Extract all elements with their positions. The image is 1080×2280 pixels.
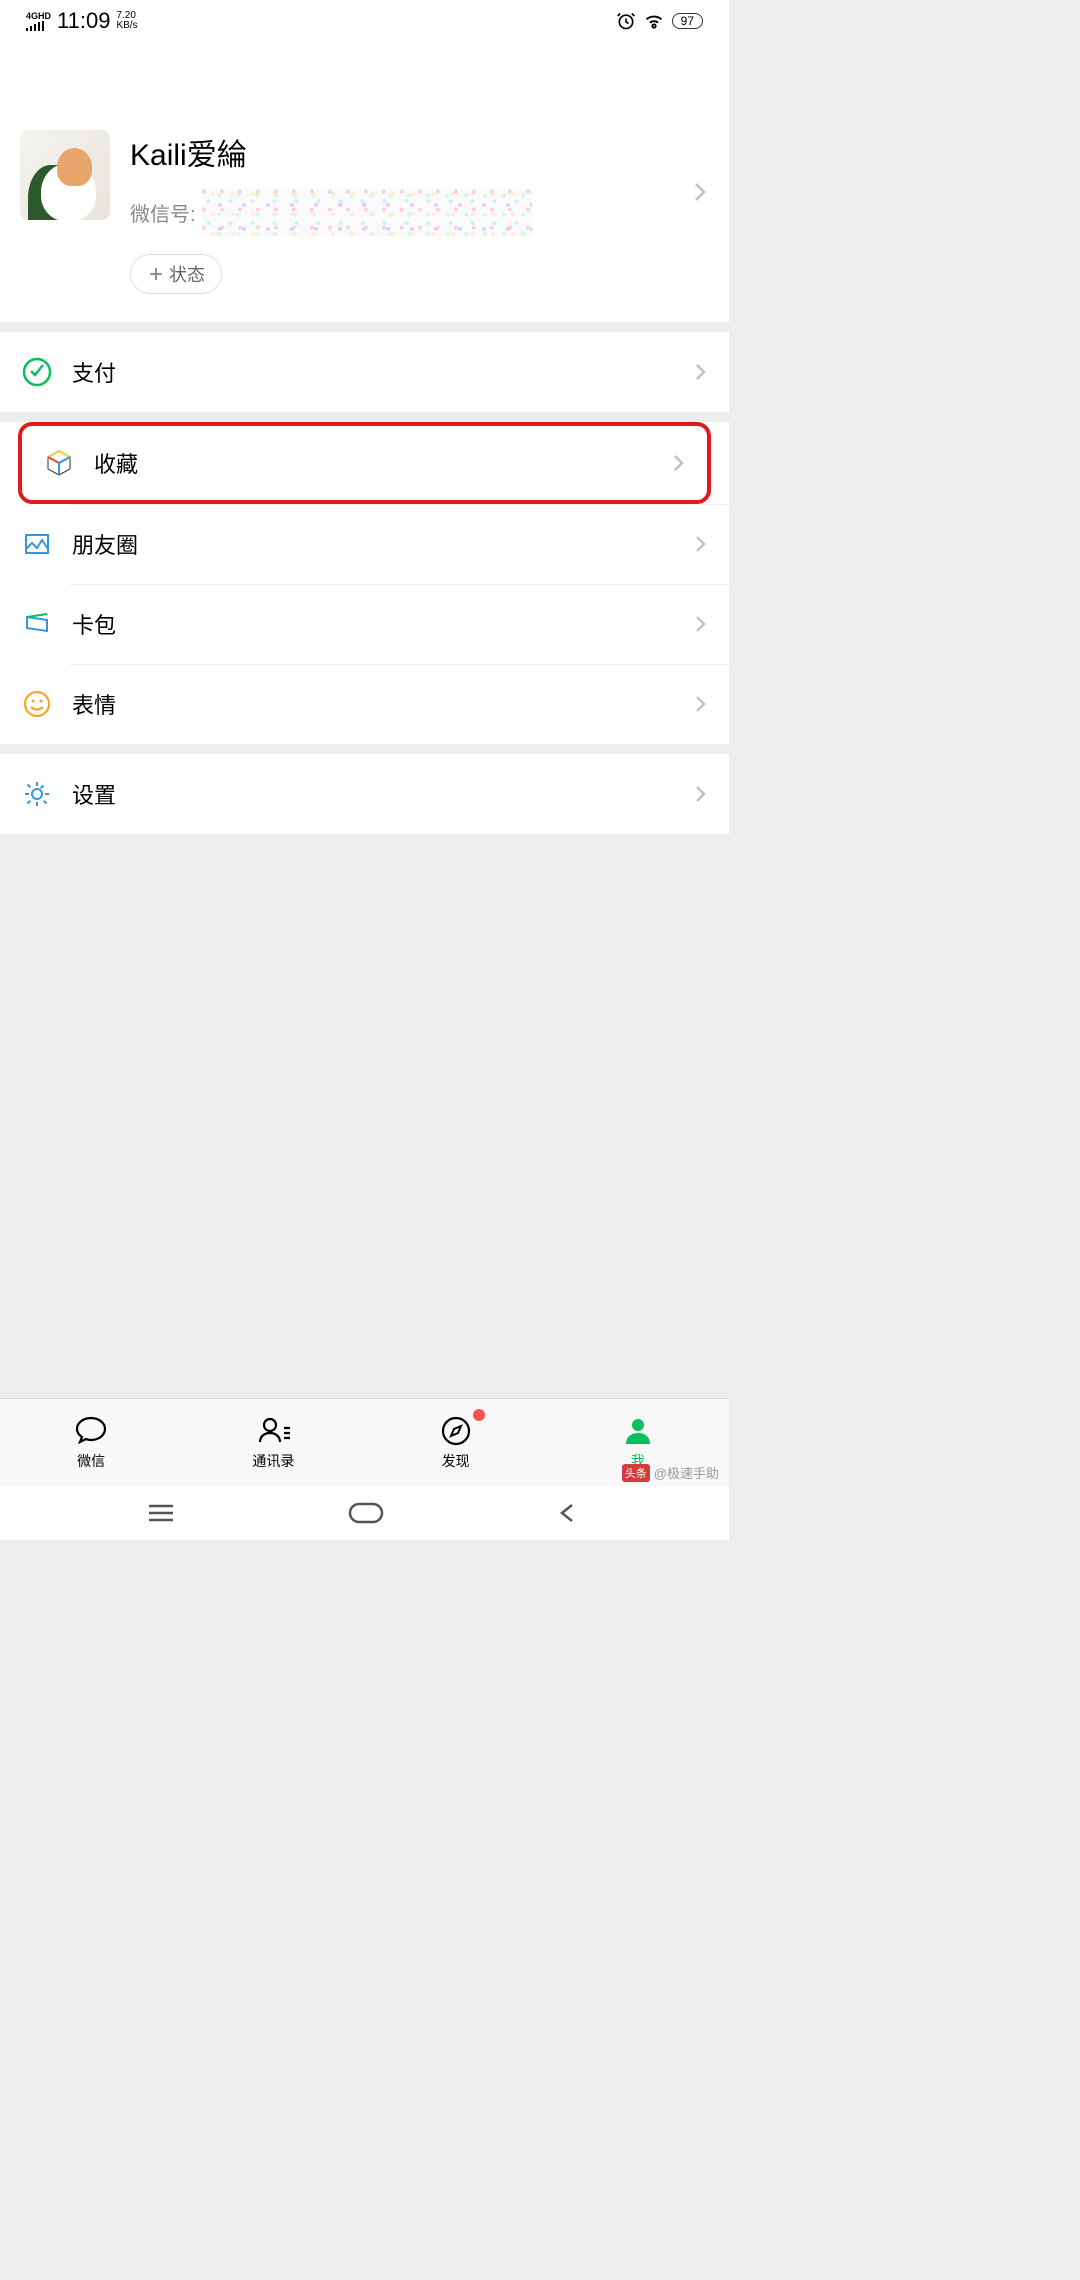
pay-icon <box>22 357 52 387</box>
smile-icon <box>22 689 52 719</box>
system-nav-bar <box>0 1486 729 1540</box>
clock-time: 11:09 <box>57 8 110 34</box>
nav-label: 发现 <box>442 1451 470 1471</box>
signal-icon: 4GHD <box>26 11 51 31</box>
chevron-right-icon <box>695 362 707 382</box>
tab-discover[interactable]: 发现 <box>365 1399 547 1486</box>
menu-label: 设置 <box>72 778 695 810</box>
bottom-nav: 微信 通讯录 发现 我 <box>0 1398 729 1486</box>
battery-level: 97 <box>672 13 703 29</box>
wallet-icon <box>22 609 52 639</box>
menu-label: 收藏 <box>94 447 673 479</box>
back-icon[interactable] <box>558 1502 582 1524</box>
network-speed: 7.20 KB/s <box>116 11 137 31</box>
menu-moments[interactable]: 朋友圈 <box>0 504 729 584</box>
menu-label: 支付 <box>72 356 695 388</box>
wechat-id-value-censored <box>202 188 532 236</box>
menu-label: 表情 <box>72 688 695 720</box>
menu-settings[interactable]: 设置 <box>0 754 729 834</box>
chevron-right-icon <box>695 784 707 804</box>
menu-cards[interactable]: 卡包 <box>0 584 729 664</box>
nav-label: 微信 <box>77 1451 105 1471</box>
chevron-right-icon <box>695 694 707 714</box>
nav-label: 通讯录 <box>252 1451 294 1471</box>
compass-icon <box>439 1414 473 1448</box>
gear-icon <box>22 779 52 809</box>
contacts-icon <box>256 1414 290 1448</box>
alarm-icon <box>616 11 636 31</box>
status-button[interactable]: 状态 <box>130 254 222 294</box>
status-bar: 4GHD 11:09 7.20 KB/s 97 <box>0 0 729 42</box>
cube-icon <box>44 448 74 478</box>
chevron-right-icon <box>673 453 685 473</box>
watermark: 头条 @极速手助 <box>622 1463 719 1482</box>
wifi-icon <box>644 11 664 31</box>
home-icon[interactable] <box>348 1502 384 1524</box>
image-icon <box>22 529 52 559</box>
red-dot-badge <box>473 1409 485 1421</box>
nickname: Kaili爱綸 <box>130 130 709 174</box>
profile-section[interactable]: Kaili爱綸 微信号: 状态 <box>0 112 729 322</box>
plus-icon <box>147 265 165 283</box>
menu-icon[interactable] <box>147 1503 175 1523</box>
chevron-right-icon <box>695 614 707 634</box>
wechat-id-label: 微信号: <box>130 198 196 227</box>
chat-icon <box>74 1414 108 1448</box>
menu-pay[interactable]: 支付 <box>0 332 729 412</box>
menu-stickers[interactable]: 表情 <box>0 664 729 744</box>
person-icon <box>621 1414 655 1448</box>
chevron-right-icon <box>695 534 707 554</box>
menu-favorites[interactable]: 收藏 <box>18 422 711 504</box>
menu-label: 卡包 <box>72 608 695 640</box>
avatar[interactable] <box>20 130 110 220</box>
tab-chats[interactable]: 微信 <box>0 1399 182 1486</box>
chevron-right-icon <box>693 180 707 204</box>
menu-label: 朋友圈 <box>72 528 695 560</box>
tab-contacts[interactable]: 通讯录 <box>182 1399 364 1486</box>
